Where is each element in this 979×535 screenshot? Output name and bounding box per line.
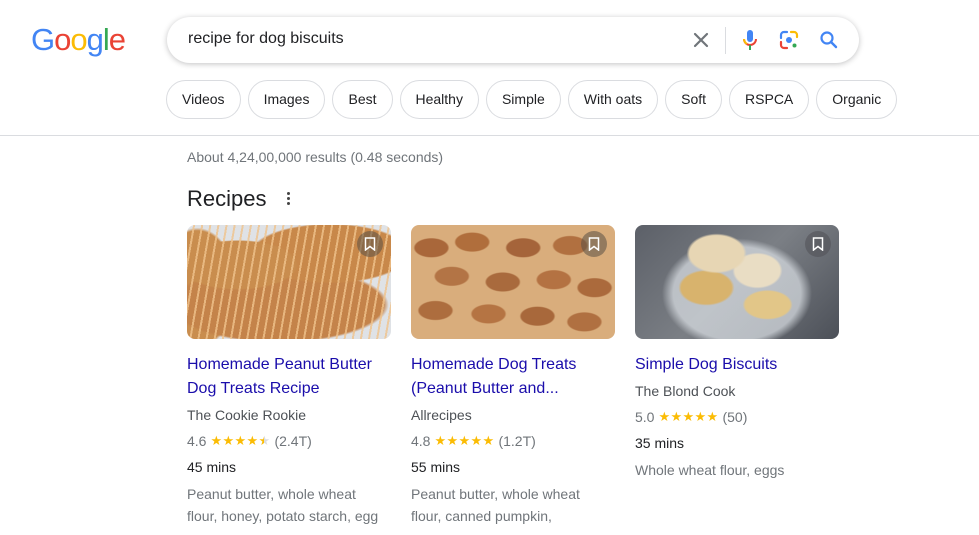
recipe-source: Allrecipes	[411, 407, 472, 423]
close-icon	[693, 32, 709, 48]
recipe-ingredients: Peanut butter, whole wheat flour, canned…	[411, 483, 615, 527]
title-line: Simple Dog Biscuits	[635, 356, 778, 373]
star-icon: ★	[694, 409, 707, 424]
star-icon: ★	[658, 409, 671, 424]
logo-letter: o	[54, 22, 71, 57]
chip-soft[interactable]: Soft	[665, 80, 723, 119]
rating-value: 4.8	[411, 433, 431, 449]
logo-letter: g	[86, 22, 104, 57]
result-stats: About 4,24,00,000 results (0.48 seconds)	[187, 149, 444, 165]
recipe-thumbnail[interactable]	[635, 225, 839, 339]
filter-chips: Videos Images Best Healthy Simple With o…	[166, 80, 898, 119]
recipe-time: 35 mins	[635, 435, 685, 451]
logo-letter: o	[70, 22, 87, 57]
bookmark-icon	[364, 237, 376, 251]
logo-letter: e	[108, 22, 126, 57]
star-icon: ★	[706, 409, 719, 424]
search-input[interactable]	[188, 30, 668, 48]
recipe-time: 55 mins	[411, 459, 461, 475]
star-icon: ★	[210, 433, 223, 448]
recipe-rating: 4.8 ★ ★ ★ ★ ★ (1.2T)	[411, 431, 615, 451]
save-recipe-button[interactable]	[805, 231, 831, 257]
clear-search-button[interactable]	[689, 28, 713, 52]
recipe-rating: 4.6 ★ ★ ★ ★ ★ (2.4T)	[187, 431, 391, 451]
review-count: (50)	[722, 409, 748, 425]
star-icon: ★	[446, 433, 459, 448]
star-rating: ★ ★ ★ ★ ★	[434, 431, 494, 451]
ingredients-line: flour, honey, potato starch, egg	[187, 508, 379, 524]
recipe-time: 45 mins	[187, 459, 237, 475]
logo-letter: G	[31, 22, 55, 57]
search-icon	[820, 31, 838, 49]
recipe-source: The Blond Cook	[635, 383, 736, 399]
star-icon: ★	[434, 433, 447, 448]
recipe-source: The Cookie Rookie	[187, 407, 307, 423]
title-line: (Peanut Butter and...	[411, 380, 559, 397]
title-line: Homemade Dog Treats	[411, 356, 577, 373]
title-line: Homemade Peanut Butter	[187, 356, 372, 373]
chip-rspca[interactable]: RSPCA	[729, 80, 810, 119]
star-icon: ★	[682, 409, 695, 424]
camera-lens-icon	[779, 30, 799, 50]
save-recipe-button[interactable]	[581, 231, 607, 257]
ingredients-line: Whole wheat flour, eggs	[635, 462, 785, 478]
voice-search-button[interactable]	[738, 28, 762, 52]
recipe-card: Simple Dog Biscuits The Blond Cook 5.0 ★…	[635, 225, 839, 481]
recipe-rating: 5.0 ★ ★ ★ ★ ★ (50)	[635, 407, 839, 427]
title-line: Dog Treats Recipe	[187, 380, 320, 397]
rating-value: 5.0	[635, 409, 655, 425]
recipe-title-link[interactable]: Simple Dog Biscuits	[635, 353, 839, 377]
star-icon: ★	[234, 433, 247, 448]
microphone-icon	[743, 30, 757, 50]
star-icon: ★	[222, 433, 235, 448]
section-title: Recipes	[187, 186, 267, 211]
more-options-icon[interactable]	[283, 191, 293, 207]
ingredients-line: flour, canned pumpkin,	[411, 508, 552, 524]
save-recipe-button[interactable]	[357, 231, 383, 257]
star-icon: ★	[670, 409, 683, 424]
recipe-ingredients: Whole wheat flour, eggs	[635, 459, 839, 481]
header-divider	[0, 135, 979, 136]
rating-value: 4.6	[187, 433, 207, 449]
chip-healthy[interactable]: Healthy	[399, 80, 479, 119]
chip-with-oats[interactable]: With oats	[567, 80, 659, 119]
chip-images[interactable]: Images	[247, 80, 326, 119]
star-rating: ★ ★ ★ ★ ★	[658, 407, 718, 427]
star-icon: ★	[470, 433, 483, 448]
ingredients-line: Peanut butter, whole wheat	[411, 486, 580, 502]
recipe-card: Homemade Dog Treats (Peanut Butter and..…	[411, 225, 615, 527]
lens-search-button[interactable]	[777, 28, 801, 52]
review-count: (1.2T)	[498, 433, 536, 449]
recipe-title-link[interactable]: Homemade Dog Treats (Peanut Butter and..…	[411, 353, 615, 401]
star-icon: ★	[458, 433, 471, 448]
half-star-icon: ★	[258, 431, 270, 451]
recipe-thumbnail[interactable]	[411, 225, 615, 339]
search-box	[167, 17, 859, 63]
review-count: (2.4T)	[274, 433, 312, 449]
chip-videos[interactable]: Videos	[166, 80, 241, 119]
google-logo[interactable]: Google	[31, 22, 126, 58]
chip-simple[interactable]: Simple	[485, 80, 561, 119]
search-divider	[725, 27, 726, 54]
ingredients-line: Peanut butter, whole wheat	[187, 486, 356, 502]
chip-best[interactable]: Best	[332, 80, 393, 119]
bookmark-icon	[812, 237, 824, 251]
recipe-thumbnail[interactable]	[187, 225, 391, 339]
recipe-title-link[interactable]: Homemade Peanut Butter Dog Treats Recipe	[187, 353, 391, 401]
star-icon: ★	[482, 433, 495, 448]
recipe-card: Homemade Peanut Butter Dog Treats Recipe…	[187, 225, 391, 527]
star-rating: ★ ★ ★ ★ ★	[210, 431, 270, 451]
search-button[interactable]	[817, 28, 841, 52]
star-icon: ★	[246, 433, 259, 448]
bookmark-icon	[588, 237, 600, 251]
recipe-ingredients: Peanut butter, whole wheat flour, honey,…	[187, 483, 391, 527]
chip-organic[interactable]: Organic	[816, 80, 898, 119]
